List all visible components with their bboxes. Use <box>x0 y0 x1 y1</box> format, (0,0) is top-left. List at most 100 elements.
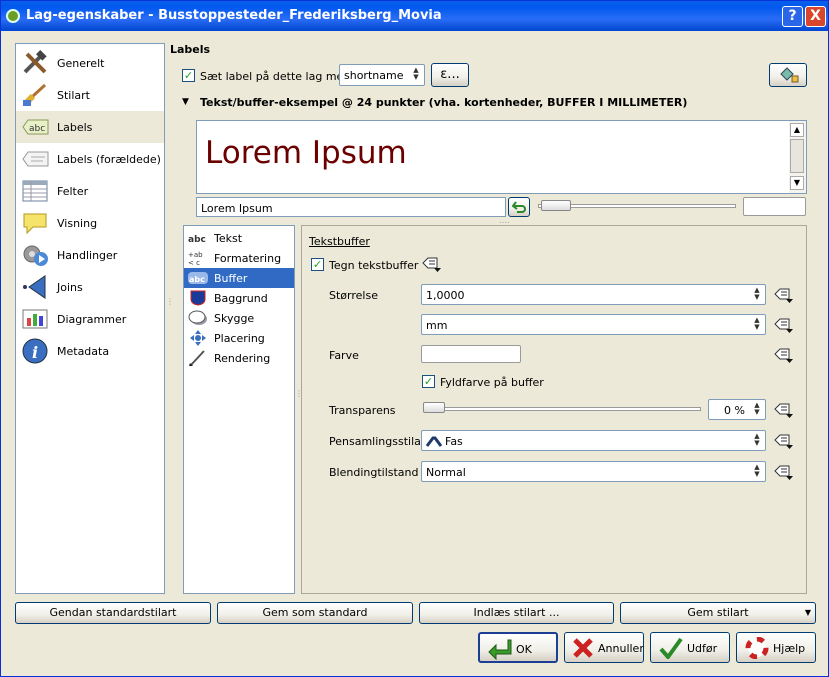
rule-settings-button[interactable] <box>769 63 807 87</box>
label-field-select[interactable]: shortname ▲ ▼ <box>339 64 425 86</box>
reset-sample-button[interactable] <box>508 197 530 217</box>
panel-title: Tekstbuffer <box>309 235 370 248</box>
sidebar-item-diagrammer[interactable]: Diagrammer <box>16 303 164 335</box>
preview-text: Lorem Ipsum <box>205 135 407 171</box>
spin-arrows-icon: ▲ ▼ <box>754 432 760 447</box>
save-as-default-button[interactable]: Gem som standard <box>217 602 413 624</box>
buffer-icon: abc <box>188 272 208 284</box>
close-button[interactable]: X <box>805 6 826 27</box>
svg-text:abc: abc <box>189 275 205 284</box>
sidebar-item-metadata[interactable]: i Metadata <box>16 335 164 367</box>
help-button[interactable]: Hjælp <box>736 632 816 663</box>
data-defined-override-icon[interactable] <box>774 346 794 364</box>
title-bar: Lag-egenskaber - Busstoppesteder_Frederi… <box>1 1 828 31</box>
table-icon <box>22 180 48 202</box>
transparency-slider-thumb[interactable] <box>423 402 445 413</box>
fill-buffer-label: Fyldfarve på buffer <box>440 376 544 389</box>
section-heading: Labels <box>170 43 211 56</box>
sidebar-item-generelt[interactable]: Generelt <box>16 47 164 79</box>
join-style-select[interactable]: Fas ▲ ▼ <box>421 430 766 451</box>
scroll-down-icon[interactable]: ▼ <box>790 176 804 190</box>
data-defined-override-icon[interactable] <box>774 286 794 304</box>
join-style-label: Pensamlingsstilart <box>329 435 430 448</box>
cancel-label: Annuller <box>598 642 644 655</box>
sidebar-item-visning[interactable]: Visning <box>16 207 164 239</box>
sidebar-item-handlinger[interactable]: Handlinger <box>16 239 164 271</box>
apply-button[interactable]: Udfør <box>650 632 730 663</box>
field-value: shortname <box>344 69 404 82</box>
unit-select[interactable]: mm ▲ ▼ <box>421 314 766 335</box>
sidebar-item-label: Visning <box>57 217 98 230</box>
data-defined-override-icon[interactable] <box>774 401 794 419</box>
ok-button[interactable]: OK <box>478 632 558 663</box>
preview-background-color[interactable] <box>743 197 806 216</box>
tab-baggrund[interactable]: Baggrund <box>184 288 294 308</box>
sidebar-item-labels[interactable]: abc Labels <box>16 111 164 143</box>
tab-label: Rendering <box>214 352 271 365</box>
fill-buffer-checkbox[interactable]: ✓ <box>422 375 435 388</box>
load-style-button[interactable]: Indlæs stilart ... <box>419 602 614 624</box>
cancel-x-icon <box>573 638 593 658</box>
blend-mode-select[interactable]: Normal ▲ ▼ <box>421 461 766 482</box>
sidebar-item-label: Handlinger <box>57 249 118 262</box>
window-title: Lag-egenskaber - Busstoppesteder_Frederi… <box>26 8 442 23</box>
sample-text-input[interactable]: Lorem Ipsum <box>196 197 506 217</box>
tab-label: Baggrund <box>214 292 268 305</box>
buffer-color-button[interactable] <box>421 345 521 363</box>
qgis-icon <box>6 9 20 23</box>
text-preview: Lorem Ipsum ▲ ▼ <box>196 120 807 194</box>
spin-arrows-icon: ▲ ▼ <box>754 286 760 301</box>
collapse-arrow-icon[interactable]: ▼ <box>182 97 189 107</box>
tab-label: Buffer <box>214 272 248 285</box>
cancel-button[interactable]: Annuller <box>564 632 644 663</box>
slider-thumb[interactable] <box>541 200 571 211</box>
svg-text:< c: < c <box>188 259 200 266</box>
size-value: 1,0000 <box>426 289 465 302</box>
save-style-label: Gem stilart <box>687 606 749 619</box>
sidebar-item-joins[interactable]: Joins <box>16 271 164 303</box>
size-spinbox[interactable]: 1,0000 ▲ ▼ <box>421 284 766 305</box>
data-defined-override-icon[interactable] <box>774 316 794 334</box>
scroll-thumb[interactable] <box>790 139 804 173</box>
undo-icon <box>512 201 526 213</box>
help-label: Hjælp <box>773 642 806 655</box>
tab-tekst[interactable]: abc Tekst <box>184 228 294 248</box>
draw-buffer-label: Tegn tekstbuffer <box>329 259 419 272</box>
transparency-slider[interactable] <box>423 407 701 411</box>
sidebar-item-felter[interactable]: Felter <box>16 175 164 207</box>
tab-rendering[interactable]: Rendering <box>184 348 294 368</box>
splitter-handle[interactable]: ⋮ <box>166 297 174 306</box>
tab-skygge[interactable]: Skygge <box>184 308 294 328</box>
sidebar-item-stilart[interactable]: Stilart <box>16 79 164 111</box>
tab-placering[interactable]: Placering <box>184 328 294 348</box>
scroll-up-icon[interactable]: ▲ <box>790 123 804 137</box>
help-title-button[interactable]: ? <box>782 6 803 27</box>
sidebar-item-labels-old[interactable]: Labels (forældede) <box>16 143 164 175</box>
data-defined-override-icon[interactable] <box>774 463 794 481</box>
svg-text:+ab: +ab <box>188 251 203 259</box>
spin-arrows-icon: ▲ ▼ <box>413 66 419 81</box>
tab-formatering[interactable]: +ab < c Formatering <box>184 248 294 268</box>
svg-text:i: i <box>32 343 38 362</box>
tab-label: Skygge <box>214 312 255 325</box>
data-defined-override-icon[interactable] <box>774 432 794 450</box>
formatting-icon: +ab< c <box>188 251 203 266</box>
lifebuoy-icon <box>745 637 769 659</box>
blend-mode-value: Normal <box>426 466 466 479</box>
draw-buffer-checkbox[interactable]: ✓ <box>311 258 324 271</box>
tab-buffer[interactable]: abc Buffer <box>184 268 294 288</box>
splitter-handle-h[interactable]: ‥‥ <box>499 216 510 225</box>
size-label: Størrelse <box>329 289 378 302</box>
restore-default-style-button[interactable]: Gendan standardstilart <box>15 602 211 624</box>
expression-button[interactable]: ε... <box>431 63 469 87</box>
spin-arrows-icon: ▲ ▼ <box>754 316 760 331</box>
save-style-button[interactable]: Gem stilart ▼ <box>620 602 816 624</box>
gear-play-icon <box>23 245 48 266</box>
data-defined-override-icon[interactable] <box>422 255 442 273</box>
sidebar-item-label: Diagrammer <box>57 313 127 326</box>
svg-text:abc: abc <box>188 235 206 245</box>
preview-scrollbar[interactable]: ▲ ▼ <box>789 121 806 193</box>
transparency-spinbox[interactable]: 0 % ▲ ▼ <box>708 399 766 420</box>
sidebar-item-label: Joins <box>57 281 83 294</box>
enable-labels-checkbox[interactable]: ✓ <box>182 69 195 82</box>
